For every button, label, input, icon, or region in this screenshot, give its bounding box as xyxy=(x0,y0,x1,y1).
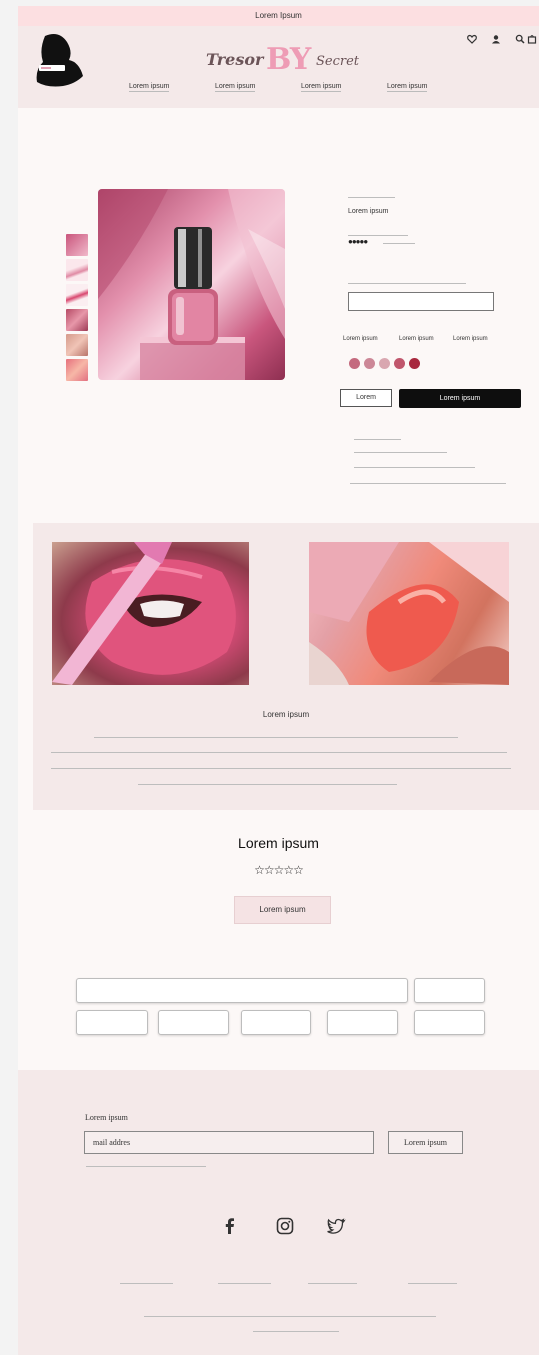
option-3[interactable]: Lorem ipsum xyxy=(453,336,488,342)
detail-line xyxy=(354,467,475,468)
reviews-title: Lorem ipsum xyxy=(238,835,319,851)
site-footer: Lorem ipsum mail addres Lorem ipsum xyxy=(18,1070,539,1355)
brand-part-2: BY xyxy=(266,42,311,77)
feature-section: Lorem ipsum xyxy=(33,523,539,810)
review-box[interactable] xyxy=(414,978,485,1003)
info-divider xyxy=(383,243,415,244)
nav-link-2[interactable]: Lorem ipsum xyxy=(215,83,256,92)
announcement-bar: Lorem Ipsum xyxy=(18,6,539,26)
lip-gloss-image[interactable] xyxy=(52,542,249,685)
info-divider xyxy=(348,283,466,284)
thumbnail-4[interactable] xyxy=(66,309,88,331)
nav-link-1[interactable]: Lorem ipsum xyxy=(129,83,170,92)
add-to-cart-button[interactable]: Lorem ipsum xyxy=(399,389,521,408)
nav-link-3[interactable]: Lorem ipsum xyxy=(301,83,342,92)
brand-part-1: Tresor xyxy=(206,50,264,69)
nav-link-4[interactable]: Lorem ipsum xyxy=(387,83,428,92)
product-input-field[interactable] xyxy=(348,292,494,311)
footer-link-line[interactable] xyxy=(218,1283,271,1284)
product-options: Lorem ipsum Lorem ipsum Lorem ipsum xyxy=(343,336,523,348)
instagram-icon[interactable] xyxy=(275,1216,295,1236)
thumbnail-6[interactable] xyxy=(66,359,88,381)
detail-line xyxy=(354,452,447,453)
thumbnail-2[interactable] xyxy=(66,259,88,281)
review-box[interactable] xyxy=(327,1010,398,1035)
color-swatch[interactable] xyxy=(364,358,375,369)
option-2[interactable]: Lorem ipsum xyxy=(399,336,434,342)
footer-line xyxy=(86,1166,206,1167)
page: Lorem Ipsum Tresor BY Secret Lorem ipsum… xyxy=(18,6,539,1355)
header-icons xyxy=(439,34,539,50)
product-title: Lorem ipsum xyxy=(348,208,389,215)
subscribe-button[interactable]: Lorem ipsum xyxy=(388,1131,463,1154)
product-rating: ●●●●● xyxy=(348,237,368,246)
feature-text-line xyxy=(51,752,507,753)
heart-icon[interactable] xyxy=(465,34,479,48)
review-box[interactable] xyxy=(76,978,408,1003)
brand-part-3: Secret xyxy=(316,54,360,69)
feature-text-line xyxy=(94,737,458,738)
bag-icon[interactable] xyxy=(525,34,539,48)
feature-title: Lorem ipsum xyxy=(262,710,310,719)
newsletter-label: Lorem ipsum xyxy=(85,1113,128,1122)
footer-link-line[interactable] xyxy=(120,1283,173,1284)
email-input[interactable]: mail addres xyxy=(84,1131,374,1154)
thumbnail-3[interactable] xyxy=(66,284,88,306)
lip-swatch-image[interactable] xyxy=(309,542,509,685)
reviews-stars: ☆☆☆☆☆ xyxy=(254,863,304,877)
color-swatch[interactable] xyxy=(409,358,420,369)
secondary-button[interactable]: Lorem xyxy=(340,389,392,407)
thumbnail-1[interactable] xyxy=(66,234,88,256)
footer-link-line[interactable] xyxy=(308,1283,357,1284)
option-1[interactable]: Lorem ipsum xyxy=(343,336,378,342)
user-icon[interactable] xyxy=(489,34,503,48)
color-swatch[interactable] xyxy=(379,358,390,369)
twitter-icon[interactable] xyxy=(326,1216,346,1236)
color-swatch[interactable] xyxy=(349,358,360,369)
color-swatch[interactable] xyxy=(394,358,405,369)
write-review-button[interactable]: Lorem ipsum xyxy=(234,896,331,924)
feature-text-line xyxy=(138,784,397,785)
detail-line xyxy=(350,483,506,484)
main-nav: Lorem ipsum Lorem ipsum Lorem ipsum Lore… xyxy=(18,83,539,99)
detail-line xyxy=(354,439,401,440)
review-box[interactable] xyxy=(241,1010,311,1035)
footer-line xyxy=(144,1316,436,1317)
thumbnail-5[interactable] xyxy=(66,334,88,356)
footer-line xyxy=(253,1331,339,1332)
review-box[interactable] xyxy=(76,1010,148,1035)
facebook-icon[interactable] xyxy=(220,1216,240,1236)
info-divider xyxy=(348,235,408,236)
site-header: Tresor BY Secret Lorem ipsum Lorem ipsum… xyxy=(18,26,539,108)
footer-link-line[interactable] xyxy=(408,1283,457,1284)
product-image[interactable] xyxy=(98,189,285,380)
review-box[interactable] xyxy=(414,1010,485,1035)
info-divider xyxy=(348,197,395,198)
brand-logo[interactable] xyxy=(33,32,87,90)
review-box[interactable] xyxy=(158,1010,229,1035)
feature-text-line xyxy=(51,768,511,769)
brand-wordmark[interactable]: Tresor BY Secret xyxy=(206,42,366,77)
